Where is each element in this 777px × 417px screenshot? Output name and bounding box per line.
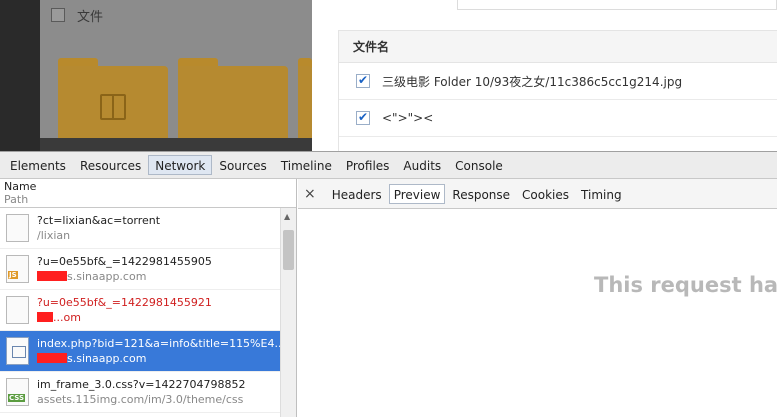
folder-gift-icon[interactable] <box>58 58 168 148</box>
request-path-wrapper: ...om <box>37 310 212 325</box>
request-row-selected[interactable]: index.php?bid=121&a=info&title=115%E4...… <box>0 331 280 372</box>
tab-response[interactable]: Response <box>447 184 515 204</box>
request-path: /lixian <box>37 229 71 242</box>
file-checkbox[interactable] <box>356 110 370 125</box>
search-box-frame <box>457 0 777 10</box>
tab-audits[interactable]: Audits <box>396 155 448 175</box>
devtools-panel: Elements Resources Network Sources Timel… <box>0 151 777 417</box>
request-path-wrapper: s.sinaapp.com <box>37 351 280 366</box>
request-path: assets.115img.com/im/3.0/theme/css <box>37 393 244 406</box>
tab-headers[interactable]: Headers <box>327 184 387 204</box>
request-name: im_frame_3.0.css?v=1422704798852 <box>37 378 246 391</box>
filename-column-header[interactable]: 文件名 <box>339 30 777 63</box>
blank-file-icon <box>6 214 29 242</box>
folder-icon-partial[interactable] <box>298 58 312 148</box>
preview-empty-message: This request has <box>594 273 777 297</box>
request-name: ?u=0e55bf&_=1422981455921 <box>37 296 212 309</box>
redaction-mark <box>37 353 67 363</box>
dimmed-file-panel: 文件 <box>40 0 312 148</box>
request-row-error[interactable]: ?u=0e55bf&_=1422981455921 ...om <box>0 290 280 331</box>
file-row[interactable]: 三级电影 Folder 10/93夜之女/11c386c5cc1g214.jpg <box>339 63 777 100</box>
request-row[interactable]: JS ?u=0e55bf&_=1422981455905 s.sinaapp.c… <box>0 249 280 290</box>
tab-network[interactable]: Network <box>148 155 213 175</box>
file-table: 文件名 三级电影 Folder 10/93夜之女/11c386c5cc1g214… <box>338 30 777 151</box>
close-icon[interactable]: × <box>304 186 316 202</box>
tab-timing[interactable]: Timing <box>576 184 627 204</box>
select-all-checkbox[interactable] <box>51 8 65 22</box>
file-list-area: 文件名 三级电影 Folder 10/93夜之女/11c386c5cc1g214… <box>312 0 777 151</box>
devtools-tab-bar: Elements Resources Network Sources Timel… <box>0 152 777 179</box>
css-file-icon: CSS <box>6 378 29 406</box>
name-header-label: Name <box>4 180 37 193</box>
scroll-up-arrow-icon[interactable]: ▲ <box>284 212 290 221</box>
file-name[interactable]: <">">< <box>382 111 433 125</box>
tab-resources[interactable]: Resources <box>73 155 148 175</box>
web-page: 文件 文件名 三级电影 Folder 10/93夜之女/11c386c5cc1g… <box>0 0 777 151</box>
screen: 文件 文件名 三级电影 Folder 10/93夜之女/11c386c5cc1g… <box>0 0 777 417</box>
tab-elements[interactable]: Elements <box>3 155 73 175</box>
left-sidebar-strip <box>0 0 40 151</box>
tab-sources[interactable]: Sources <box>212 155 273 175</box>
tab-profiles[interactable]: Profiles <box>339 155 397 175</box>
request-name: ?u=0e55bf&_=1422981455905 <box>37 255 212 268</box>
name-column-header[interactable]: Name Path <box>0 179 296 208</box>
tab-cookies[interactable]: Cookies <box>517 184 574 204</box>
request-detail-pane: × Headers Preview Response Cookies Timin… <box>298 179 777 417</box>
scroll-thumb[interactable] <box>283 230 294 270</box>
file-checkbox[interactable] <box>356 73 370 88</box>
detail-tab-bar: × Headers Preview Response Cookies Timin… <box>298 179 777 209</box>
request-list: ?ct=lixian&ac=torrent /lixian JS ?u=0e55… <box>0 208 280 417</box>
request-path: ...om <box>53 311 81 324</box>
tab-timeline[interactable]: Timeline <box>274 155 339 175</box>
file-label: 文件 <box>77 9 104 25</box>
path-header-label: Path <box>4 193 29 206</box>
request-name: ?ct=lixian&ac=torrent <box>37 214 161 227</box>
folder-icon[interactable] <box>178 58 288 148</box>
request-list-pane: Name Path ?ct=lixian&ac=torrent /lixian … <box>0 179 297 417</box>
request-row[interactable]: CSS im_frame_3.0.css?v=1422704798852 ass… <box>0 372 280 413</box>
request-path-wrapper: s.sinaapp.com <box>37 269 212 284</box>
request-row[interactable]: ?ct=lixian&ac=torrent /lixian <box>0 208 280 249</box>
blank-file-icon <box>6 296 29 324</box>
redaction-mark <box>37 271 67 281</box>
js-file-icon: JS <box>6 255 29 283</box>
request-name: index.php?bid=121&a=info&title=115%E4... <box>37 337 280 350</box>
tab-console[interactable]: Console <box>448 155 510 175</box>
request-list-scrollbar[interactable]: ▲ <box>280 208 296 417</box>
file-name[interactable]: 三级电影 Folder 10/93夜之女/11c386c5cc1g214.jpg <box>382 73 682 90</box>
tab-preview[interactable]: Preview <box>388 183 446 204</box>
image-file-icon <box>6 337 29 365</box>
dimmed-panel-footer <box>40 138 312 151</box>
request-path: s.sinaapp.com <box>67 352 147 365</box>
file-row[interactable]: <">">< <box>339 100 777 137</box>
select-all-row[interactable]: 文件 <box>40 0 312 30</box>
redaction-mark <box>37 312 53 322</box>
request-path: s.sinaapp.com <box>67 270 147 283</box>
